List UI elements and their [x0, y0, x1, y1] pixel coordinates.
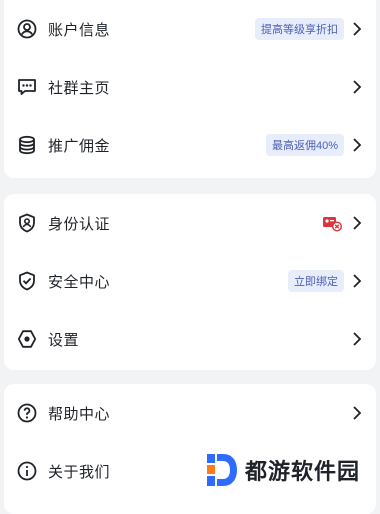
menu-item-settings[interactable]: 设置: [4, 310, 376, 368]
database-coins-icon: [16, 134, 38, 156]
account-section: 账户信息 提高等级享折扣 社群主页 推广佣金 最高返佣40%: [4, 0, 376, 178]
watermark-text: 都游软件园: [244, 459, 360, 484]
info-circle-icon: [16, 460, 38, 482]
menu-item-label: 账户信息: [48, 21, 111, 39]
menu-item-referral-commission[interactable]: 推广佣金 最高返佣40%: [4, 116, 376, 174]
security-section: 身份认证 安全中心 立即绑定 设置: [4, 194, 376, 370]
unverified-card-icon: [322, 214, 342, 232]
chevron-right-icon: [350, 274, 364, 288]
menu-item-label: 社群主页: [48, 79, 111, 97]
bind-now-badge: 立即绑定: [288, 270, 344, 292]
menu-item-identity-verification[interactable]: 身份认证: [4, 194, 376, 252]
menu-item-label: 推广佣金: [48, 137, 111, 155]
chevron-right-icon: [350, 138, 364, 152]
shield-check-icon: [16, 270, 38, 292]
user-circle-icon: [16, 18, 38, 40]
discount-badge: 提高等级享折扣: [255, 18, 344, 40]
chevron-right-icon: [350, 406, 364, 420]
commission-badge: 最高返佣40%: [265, 134, 344, 156]
hexagon-settings-icon: [16, 328, 38, 350]
menu-item-label: 帮助中心: [48, 405, 111, 423]
chevron-right-icon: [350, 22, 364, 36]
shield-user-icon: [16, 212, 38, 234]
menu-item-label: 设置: [48, 331, 80, 349]
watermark: 都游软件园: [200, 448, 368, 492]
question-circle-icon: [16, 402, 38, 424]
menu-item-label: 身份认证: [48, 215, 111, 233]
chevron-right-icon: [350, 216, 364, 230]
chevron-right-icon: [350, 332, 364, 346]
menu-item-security-center[interactable]: 安全中心 立即绑定: [4, 252, 376, 310]
site-logo-icon: [206, 454, 237, 486]
chevron-right-icon: [350, 80, 364, 94]
chat-bubble-icon: [16, 76, 38, 98]
menu-item-help-center[interactable]: 帮助中心: [4, 384, 376, 442]
menu-item-account-info[interactable]: 账户信息 提高等级享折扣: [4, 0, 376, 58]
menu-item-label: 安全中心: [48, 273, 111, 291]
menu-item-community[interactable]: 社群主页: [4, 58, 376, 116]
